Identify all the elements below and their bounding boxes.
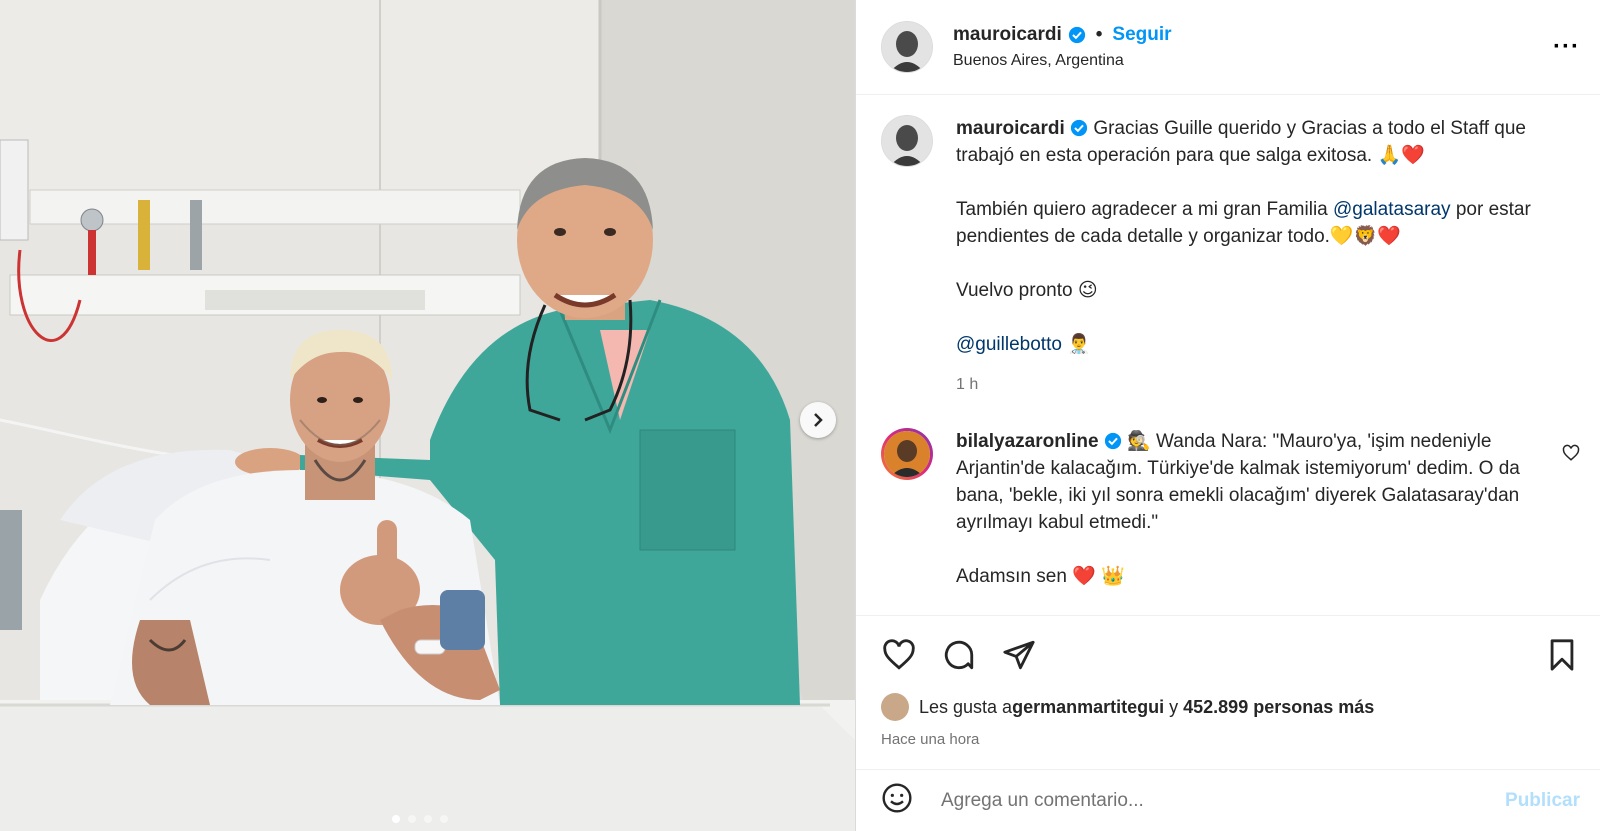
caption-text-2: También quiero agradecer a mi gran Famil…	[956, 199, 1334, 220]
location-link[interactable]: Buenos Aires, Argentina	[953, 52, 1553, 70]
instagram-post: mauroicardi • Seguir Buenos Aires, Argen…	[0, 0, 1600, 831]
more-options-icon: ···	[1553, 33, 1580, 60]
comment-text-2: Adamsın sen ❤️ 👑	[956, 566, 1125, 587]
caption-username[interactable]: mauroicardi	[956, 118, 1065, 139]
post-date[interactable]: Hace una hora	[856, 721, 1600, 761]
verified-badge-icon	[1104, 432, 1121, 450]
author-avatar[interactable]	[881, 21, 933, 73]
like-button[interactable]	[881, 637, 917, 673]
verified-badge-icon	[1070, 119, 1088, 137]
save-button[interactable]	[1544, 637, 1580, 673]
header-separator: •	[1095, 24, 1103, 45]
caption-emoji: 👨‍⚕️	[1067, 334, 1091, 355]
more-options-button[interactable]: ···	[1553, 33, 1580, 61]
comments-section: mauroicardi Gracias Guille querido y Gra…	[856, 95, 1600, 615]
comment-like-button[interactable]	[1562, 444, 1580, 467]
carousel-indicator	[392, 815, 448, 823]
caption-text-3: Vuelvo pronto 😉	[956, 280, 1098, 301]
author-username[interactable]: mauroicardi	[953, 24, 1062, 46]
follow-button[interactable]: Seguir	[1112, 24, 1171, 46]
emoji-button[interactable]	[881, 782, 913, 819]
verified-badge-icon	[1068, 26, 1085, 44]
post-header: mauroicardi • Seguir Buenos Aires, Argen…	[856, 0, 1600, 95]
caption: mauroicardi Gracias Guille querido y Gra…	[881, 115, 1580, 398]
liker-username[interactable]: germanmartitegui	[1012, 697, 1164, 718]
caption-avatar[interactable]	[881, 115, 933, 167]
commenter-username[interactable]: bilalyazaronline	[956, 431, 1099, 452]
share-button[interactable]	[1001, 637, 1037, 673]
comment-button[interactable]	[941, 637, 977, 673]
comment-icon	[944, 640, 974, 669]
liker-avatar	[881, 693, 909, 721]
post-side-panel: mauroicardi • Seguir Buenos Aires, Argen…	[855, 0, 1600, 831]
likes-prefix: Les gusta a	[919, 696, 1013, 717]
mention-guillebotto[interactable]: @guillebotto	[956, 334, 1062, 355]
heart-icon	[883, 638, 915, 670]
carousel-dot-1	[392, 815, 400, 823]
likes-summary[interactable]: Les gusta a germanmartitegui y 452.899 p…	[856, 693, 1600, 721]
comment-item: bilalyazaronline 🕵️ Wanda Nara: "Mauro'y…	[881, 428, 1580, 615]
comment-input[interactable]	[939, 788, 1506, 813]
likes-count[interactable]: 452.899 personas más	[1183, 697, 1374, 718]
mention-galatasaray[interactable]: @galatasaray	[1333, 199, 1451, 220]
caption-timestamp[interactable]: 1 h	[956, 371, 1580, 398]
post-photo[interactable]	[0, 0, 855, 831]
commenter-avatar[interactable]	[881, 428, 933, 480]
carousel-dot-2	[408, 815, 416, 823]
post-actions	[856, 615, 1600, 693]
profile-picture-icon	[882, 22, 932, 72]
carousel-dot-4	[440, 815, 448, 823]
profile-picture-icon	[884, 431, 930, 477]
send-icon	[1003, 640, 1035, 669]
likes-middle: y	[1164, 696, 1184, 717]
hospital-photo	[0, 0, 855, 831]
publish-button[interactable]: Publicar	[1505, 790, 1580, 812]
carousel-dot-3	[424, 815, 432, 823]
next-photo-button[interactable]	[800, 402, 836, 438]
emoji-icon	[882, 783, 912, 813]
bookmark-icon	[1550, 638, 1574, 671]
add-comment-bar: Publicar	[856, 769, 1600, 831]
profile-picture-icon	[882, 116, 932, 166]
chevron-right-icon	[814, 413, 823, 427]
heart-icon	[1562, 444, 1580, 461]
